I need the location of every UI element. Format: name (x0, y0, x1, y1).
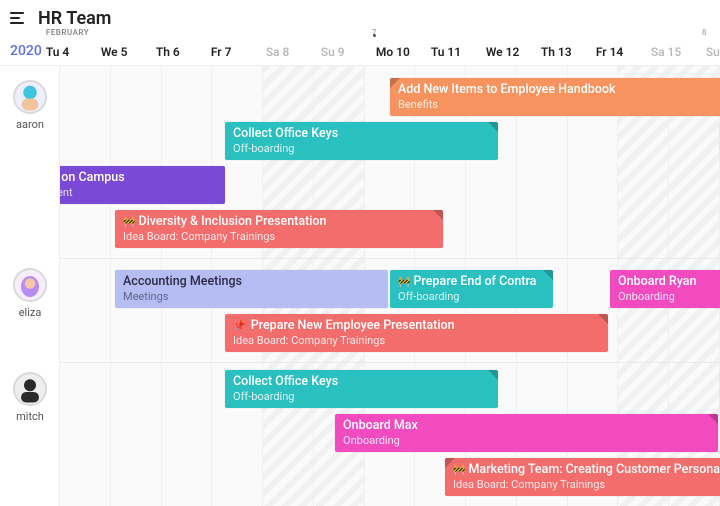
day-header[interactable]: Fr 7 (207, 30, 262, 65)
task-title: Collect Office Keys (233, 126, 490, 142)
member-name: mitch (16, 410, 44, 423)
fold-icon (445, 458, 455, 468)
day-columns-header: Tu 4FEBRUARYWe 5Th 6Fr 7Sa 8Su 9Mo 107Tu… (42, 30, 720, 65)
timeline-body: aaron eliza mitch Add New Items to Employe… (0, 66, 720, 506)
day-header[interactable]: Th 6 (152, 30, 207, 65)
year-label[interactable]: 2020 (0, 30, 42, 65)
fold-icon (390, 78, 400, 88)
page-title: HR Team (38, 8, 111, 29)
day-header[interactable]: Th 13 (537, 30, 592, 65)
task-bar-marketing[interactable]: 🚧Marketing Team: Creating Customer Perso… (445, 458, 720, 496)
day-header[interactable]: Sa 8 (262, 30, 317, 65)
fold-icon (488, 122, 498, 132)
task-title: Onboard Max (343, 418, 710, 434)
task-subtitle: Off-boarding (233, 142, 490, 156)
task-bar-onboardmax[interactable]: Onboard MaxOnboarding (335, 414, 718, 452)
barrier-icon: 🚧 (123, 217, 134, 228)
menu-icon[interactable] (10, 9, 28, 27)
task-subtitle: Onboarding (343, 434, 710, 448)
avatar (13, 80, 47, 114)
task-bar-endcontract[interactable]: 🚧Prepare End of ContraOff-boarding (390, 270, 553, 308)
avatar (13, 372, 47, 406)
fold-icon (543, 270, 553, 280)
day-header[interactable]: Tu 4FEBRUARY (42, 30, 97, 65)
swimlane-divider (60, 362, 720, 363)
timeline-lane-area[interactable]: Add New Items to Employee HandbookBenefi… (60, 66, 720, 506)
member-aaron[interactable]: aaron (0, 74, 60, 131)
task-bar-keys1[interactable]: Collect Office KeysOff-boarding (225, 122, 498, 160)
member-mitch[interactable]: mitch (0, 366, 60, 423)
task-bar-diversity[interactable]: 🚧Diversity & Inclusion PresentationIdea … (115, 210, 443, 248)
day-header[interactable]: Fr 14 (592, 30, 647, 65)
task-subtitle: Onboarding (618, 290, 720, 304)
fold-icon (488, 370, 498, 380)
fold-icon (708, 414, 718, 424)
day-header[interactable]: Tu 11 (427, 30, 482, 65)
fold-icon (433, 210, 443, 220)
avatar (13, 268, 47, 302)
task-title: Collect Office Keys (233, 374, 490, 390)
task-title: Job Fair on Campus (60, 170, 217, 186)
member-name: eliza (19, 306, 42, 319)
task-subtitle: Benefits (398, 98, 720, 112)
task-title: Add New Items to Employee Handbook (398, 82, 720, 98)
member-sidebar: aaron eliza mitch (0, 66, 60, 506)
task-subtitle: Off-boarding (233, 390, 490, 404)
swimlane-divider (60, 258, 720, 259)
task-subtitle: Idea Board: Company Trainings (453, 478, 720, 492)
week-number: 8 (702, 28, 707, 37)
task-bar-newemp[interactable]: 📌Prepare New Employee PresentationIdea B… (225, 314, 608, 352)
task-title: Onboard Ryan (618, 274, 720, 290)
task-bar-handbook[interactable]: Add New Items to Employee HandbookBenefi… (390, 78, 720, 116)
member-eliza[interactable]: eliza (0, 262, 60, 319)
task-subtitle: Off-boarding (398, 290, 545, 304)
month-label: FEBRUARY (46, 28, 89, 37)
task-title: 🚧Prepare End of Contra (398, 274, 545, 290)
today-marker (373, 34, 376, 37)
timeline-header: 2020 Tu 4FEBRUARYWe 5Th 6Fr 7Sa 8Su 9Mo … (0, 30, 720, 66)
task-title: 🚧Diversity & Inclusion Presentation (123, 214, 435, 230)
task-subtitle: Meetings (123, 290, 380, 304)
task-subtitle: Recruitment (60, 186, 217, 200)
task-bar-jobfair[interactable]: Job Fair on CampusRecruitment (60, 166, 225, 204)
title-bar: HR Team (0, 0, 720, 30)
task-title: 📌Prepare New Employee Presentation (233, 318, 600, 334)
day-header[interactable]: Su 168 (702, 30, 720, 65)
pin-icon: 📌 (233, 319, 247, 332)
fold-icon (598, 314, 608, 324)
task-title: Accounting Meetings (123, 274, 380, 290)
task-subtitle: Idea Board: Company Trainings (233, 334, 600, 348)
day-header[interactable]: Sa 15 (647, 30, 702, 65)
day-header[interactable]: Su 9 (317, 30, 372, 65)
barrier-icon: 🚧 (398, 277, 409, 288)
grid-column (60, 66, 111, 506)
member-name: aaron (16, 118, 44, 131)
task-subtitle: Idea Board: Company Trainings (123, 230, 435, 244)
day-header[interactable]: We 5 (97, 30, 152, 65)
day-header[interactable]: We 12 (482, 30, 537, 65)
task-bar-acct[interactable]: Accounting MeetingsMeetings (115, 270, 388, 308)
task-bar-onboardryan[interactable]: Onboard RyanOnboarding (610, 270, 720, 308)
day-header[interactable]: Mo 107 (372, 30, 427, 65)
task-bar-keys2[interactable]: Collect Office KeysOff-boarding (225, 370, 498, 408)
task-title: 🚧Marketing Team: Creating Customer Perso… (453, 462, 720, 478)
